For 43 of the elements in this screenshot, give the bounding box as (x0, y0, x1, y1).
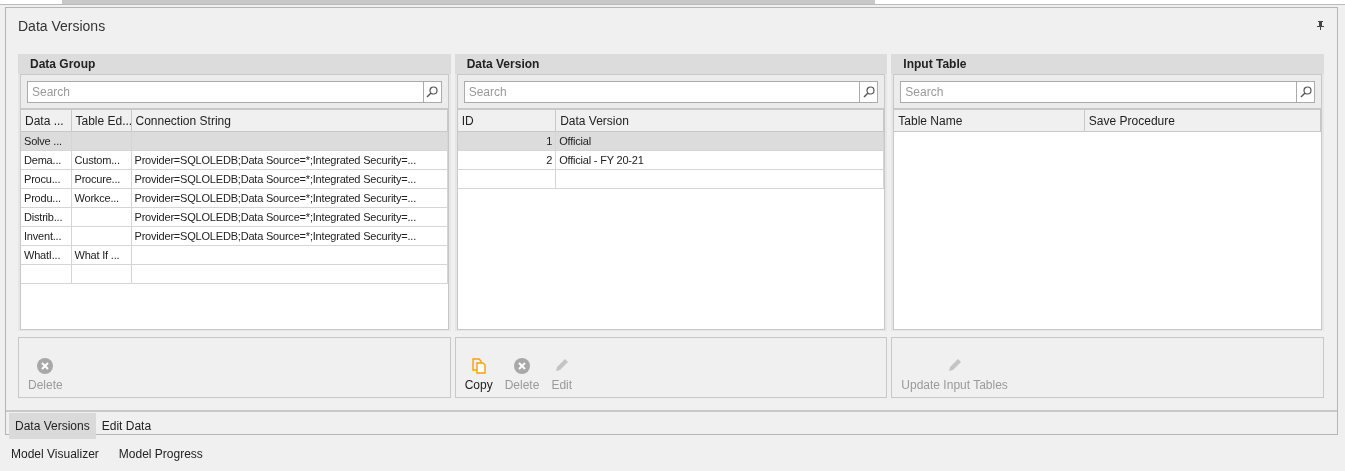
column-header[interactable]: ID (457, 110, 556, 132)
table-cell[interactable]: Provider=SQLOLEDB;Data Source=*;Integrated Security=... (131, 169, 448, 189)
table-cell[interactable]: Provider=SQLOLEDB;Data Source=*;Integrated Security=... (131, 207, 448, 227)
tab[interactable]: Data Versions (9, 413, 96, 439)
column-header[interactable]: Data ... (21, 110, 71, 132)
tab[interactable]: Model Progress (118, 447, 203, 461)
pin-icon[interactable] (1317, 20, 1324, 30)
table-cell[interactable]: Custom... (71, 150, 131, 170)
table-cell[interactable]: WhatI... (21, 245, 71, 265)
search-field[interactable]: Search (463, 81, 861, 103)
table-cell[interactable]: Procu... (21, 169, 71, 189)
search-icon[interactable] (1297, 81, 1315, 103)
tab[interactable]: Edit Data (95, 413, 158, 439)
table-cell[interactable]: Provider=SQLOLEDB;Data Source=*;Integrated Security=... (131, 226, 448, 246)
group-title: Data Group (30, 57, 96, 71)
group-title: Data Version (466, 57, 540, 71)
table-cell[interactable]: Dema... (21, 150, 71, 170)
column-header[interactable]: Connection String (131, 110, 448, 132)
table-cell[interactable]: What If ... (71, 245, 131, 265)
copy-icon (471, 358, 486, 374)
column-header[interactable]: Table Ed... (71, 110, 131, 132)
search-field[interactable]: Search (27, 81, 424, 103)
table-cell[interactable]: 2 (457, 150, 556, 170)
table-cell[interactable]: Workce... (71, 188, 131, 208)
column-header[interactable]: Data Version (555, 110, 884, 132)
table-cell[interactable]: Provider=SQLOLEDB;Data Source=*;Integrated Security=... (131, 188, 448, 208)
group-title: Input Table (903, 57, 967, 71)
tab[interactable]: Model Visualizer (11, 447, 99, 461)
table-cell[interactable]: 1 (457, 131, 556, 151)
table-cell[interactable]: Invent... (21, 226, 71, 246)
table-cell[interactable]: Provider=SQLOLEDB;Data Source=*;Integrated Security=... (131, 150, 448, 170)
search-field[interactable]: Search (900, 81, 1297, 103)
column-header[interactable]: Save Procedure (1084, 110, 1321, 132)
search-icon[interactable] (860, 81, 879, 103)
table-cell[interactable]: Produ... (21, 188, 71, 208)
table-cell[interactable]: Official - FY 20-21 (555, 150, 884, 170)
delete-icon (37, 358, 54, 374)
table-cell[interactable]: Procure... (71, 169, 131, 189)
column-header[interactable]: Table Name (894, 110, 1085, 132)
table-cell[interactable]: Distrib... (21, 207, 71, 227)
delete-icon (514, 358, 531, 374)
toolbar-button[interactable]: Copy (458, 358, 499, 392)
panel-title: Data Versions (18, 18, 106, 34)
